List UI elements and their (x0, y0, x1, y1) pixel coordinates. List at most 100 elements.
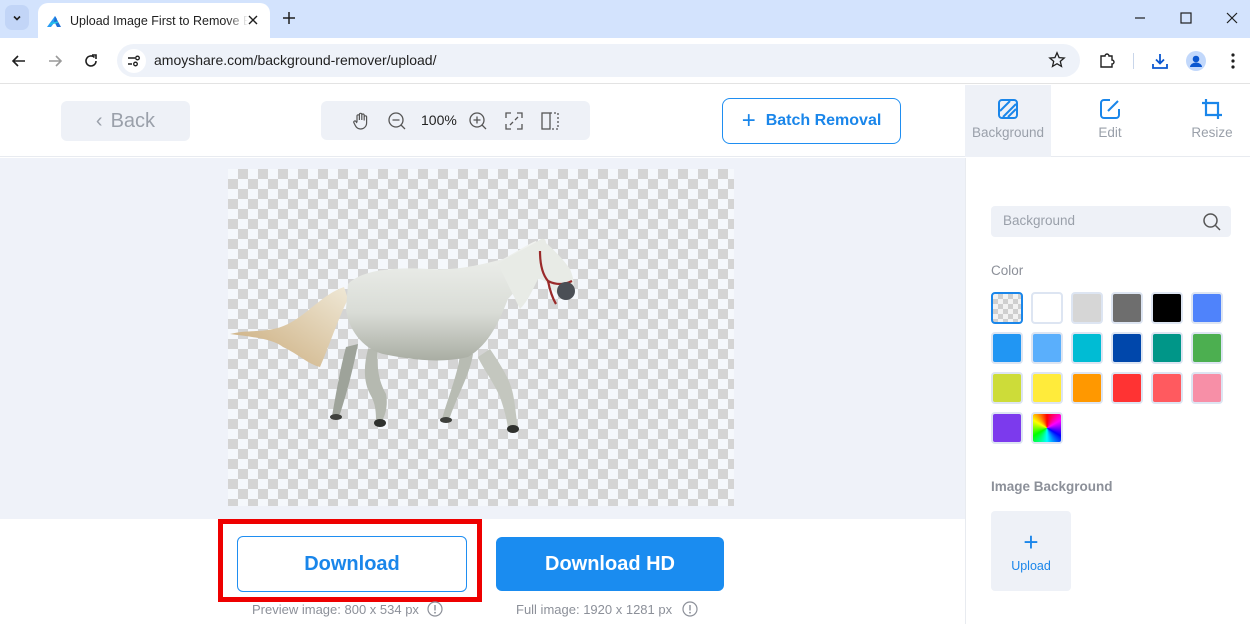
background-search-input[interactable]: Background (991, 206, 1231, 237)
plus-icon: + (1023, 527, 1039, 557)
close-window-button[interactable] (1217, 5, 1247, 31)
color-swatch-yellow[interactable] (1031, 372, 1063, 404)
back-label: Back (110, 109, 156, 132)
color-swatch-white[interactable] (1031, 292, 1063, 324)
color-swatch-light-blue[interactable] (1031, 332, 1063, 364)
profile-button[interactable] (1185, 50, 1207, 72)
download-area: Download Download HD Preview image: 800 … (0, 519, 965, 624)
full-size-note: Full image: 1920 x 1281 px (516, 601, 698, 617)
tab-background-label: Background (971, 125, 1045, 140)
image-background-label: Image Background (991, 479, 1113, 494)
extensions-button[interactable] (1096, 50, 1118, 72)
edit-icon (1100, 99, 1120, 119)
color-swatch-coral[interactable] (1151, 372, 1183, 404)
horse-tail (230, 287, 348, 367)
new-tab-button[interactable] (279, 8, 299, 28)
downloads-button[interactable] (1149, 50, 1171, 72)
close-icon (1226, 12, 1238, 24)
back-nav-button[interactable] (7, 49, 31, 73)
plus-icon: + (741, 107, 756, 134)
toolbar-divider (1133, 53, 1134, 69)
horse-image (230, 238, 575, 433)
tab-resize[interactable]: Resize (1169, 85, 1250, 157)
color-swatch-purple[interactable] (991, 412, 1023, 444)
color-swatch-lime[interactable] (991, 372, 1023, 404)
info-icon[interactable] (427, 601, 443, 617)
color-swatch-cyan[interactable] (1071, 332, 1103, 364)
browser-tabstrip: Upload Image First to Remove Background (0, 0, 1250, 38)
color-swatch-gray[interactable] (1111, 292, 1143, 324)
tab-resize-label: Resize (1191, 125, 1233, 140)
horse-fore-leg-2 (478, 349, 518, 429)
horse-hoof (507, 425, 519, 433)
compare-split-icon[interactable] (540, 111, 560, 131)
app-header: ‹ Back 100% + Batch Removal Background E… (0, 85, 1250, 157)
download-button[interactable]: Download (237, 536, 467, 592)
color-swatch-green[interactable] (1191, 332, 1223, 364)
horse-fore-leg (442, 354, 473, 419)
browser-tab-active[interactable]: Upload Image First to Remove Background (38, 3, 270, 38)
hand-pan-icon[interactable] (351, 111, 371, 131)
color-swatch-orange[interactable] (1071, 372, 1103, 404)
more-vert-icon (1231, 53, 1235, 69)
browser-menu-button[interactable] (1222, 50, 1244, 72)
tab-edit-label: Edit (1098, 125, 1122, 140)
zoom-out-icon[interactable] (387, 111, 407, 131)
batch-removal-label: Batch Removal (765, 112, 882, 129)
arrow-left-icon (11, 55, 25, 67)
color-swatch-black[interactable] (1151, 292, 1183, 324)
puzzle-icon (1100, 53, 1115, 68)
horse-hind-leg (332, 344, 358, 416)
download-hd-label: Download HD (545, 552, 675, 575)
color-swatch-sky-blue[interactable] (991, 332, 1023, 364)
batch-removal-button[interactable]: + Batch Removal (722, 98, 901, 144)
reload-button[interactable] (79, 49, 103, 73)
fit-screen-icon[interactable] (504, 111, 524, 131)
address-bar[interactable]: amoyshare.com/background-remover/upload/ (117, 44, 1080, 77)
tab-edit[interactable]: Edit (1067, 85, 1153, 157)
upload-label: Upload (1011, 559, 1051, 573)
search-icon[interactable] (1202, 212, 1222, 232)
color-swatch-light-gray[interactable] (1071, 292, 1103, 324)
upload-background-button[interactable]: + Upload (991, 511, 1071, 591)
arrow-right-icon (49, 55, 63, 67)
amoyshare-favicon-icon (47, 15, 61, 27)
crop-icon (1202, 99, 1222, 119)
tab-search-button[interactable] (5, 5, 29, 30)
tab-close-button[interactable] (244, 11, 262, 29)
color-section-label: Color (991, 263, 1024, 278)
zoom-level: 100% (421, 112, 457, 128)
back-button[interactable]: ‹ Back (61, 101, 190, 141)
zoom-in-icon[interactable] (468, 111, 488, 131)
search-placeholder: Background (1003, 213, 1076, 228)
color-swatch-blue[interactable] (1191, 292, 1223, 324)
horse-hoof (374, 419, 386, 427)
color-swatch-transparent[interactable] (991, 292, 1023, 324)
site-info-button[interactable] (122, 49, 146, 73)
tab-background[interactable]: Background (965, 85, 1051, 157)
color-swatch-teal[interactable] (1151, 332, 1183, 364)
horse-hind-leg-2 (364, 349, 387, 423)
bookmark-star-icon[interactable] (1048, 51, 1066, 69)
color-swatch-pink[interactable] (1191, 372, 1223, 404)
tab-title: Upload Image First to Remove Background (70, 13, 248, 28)
download-icon (1152, 54, 1168, 69)
color-swatch-custom[interactable] (1031, 412, 1063, 444)
preview-size-text: Preview image: 800 x 534 px (252, 601, 419, 617)
info-icon[interactable] (682, 601, 698, 617)
download-hd-button[interactable]: Download HD (496, 537, 724, 591)
reload-icon (85, 54, 97, 67)
maximize-button[interactable] (1171, 5, 1201, 31)
color-swatch-navy[interactable] (1111, 332, 1143, 364)
chevron-down-icon (13, 15, 21, 21)
horse-hoof (440, 417, 452, 423)
horse-hoof (330, 414, 342, 420)
preview-area (0, 158, 965, 519)
forward-nav-button[interactable] (43, 49, 67, 73)
chevron-left-icon: ‹ (95, 109, 103, 132)
zoom-toolbar: 100% (321, 101, 590, 140)
color-swatch-red[interactable] (1111, 372, 1143, 404)
image-canvas[interactable] (228, 169, 734, 506)
minimize-button[interactable] (1125, 5, 1155, 31)
tune-icon (128, 55, 140, 67)
